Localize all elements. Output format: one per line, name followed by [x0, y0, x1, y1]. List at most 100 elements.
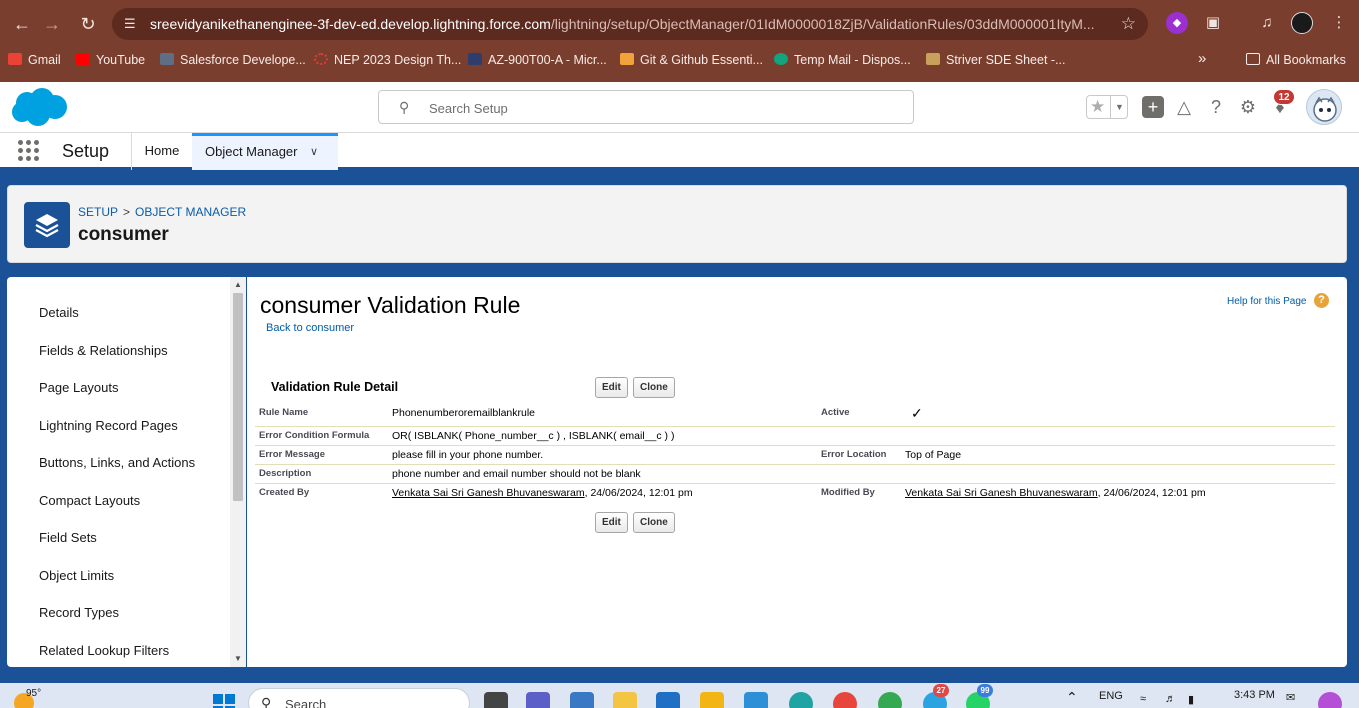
- media-control-icon[interactable]: ♫: [1256, 12, 1278, 34]
- task-view-icon[interactable]: [484, 692, 508, 708]
- mail-icon[interactable]: [656, 692, 680, 708]
- bookmark-youtube[interactable]: YouTube: [76, 53, 145, 67]
- profile-avatar-icon[interactable]: [1291, 12, 1313, 34]
- show-hidden-icons-chevron[interactable]: ⌃: [1066, 689, 1078, 706]
- bookmarks-overflow-chevron[interactable]: »: [1198, 50, 1206, 67]
- bookmark-tempmail[interactable]: Temp Mail - Dispos...: [774, 53, 911, 67]
- bookmark-striver[interactable]: Striver SDE Sheet -...: [926, 53, 1065, 67]
- taskbar-search[interactable]: ⚲ Search: [248, 688, 470, 708]
- extension-icon[interactable]: ◆: [1166, 12, 1188, 34]
- trailhead-icon[interactable]: △: [1172, 95, 1196, 119]
- sidebar-item-field-sets[interactable]: Field Sets: [39, 530, 97, 545]
- sidebar-item-details[interactable]: Details: [39, 305, 79, 320]
- browser-menu-icon[interactable]: ⋮: [1328, 12, 1350, 34]
- object-sidebar: Details Fields & Relationships Page Layo…: [7, 277, 246, 667]
- battery-icon[interactable]: ▮: [1188, 693, 1194, 706]
- chrome-icon[interactable]: [833, 692, 857, 708]
- taskbar-search-icon: ⚲: [261, 695, 272, 708]
- gmail-icon: [8, 53, 22, 65]
- edge-icon[interactable]: [789, 692, 813, 708]
- scroll-up-arrow-icon[interactable]: ▲: [233, 280, 243, 289]
- error-message-label: Error Message: [259, 449, 326, 460]
- modified-by-date: , 24/06/2024, 12:01 pm: [1097, 487, 1206, 499]
- bookmark-git[interactable]: Git & Github Essenti...: [620, 53, 763, 67]
- object-header: SETUP > OBJECT MANAGER consumer: [7, 185, 1347, 263]
- sidebar-item-compact-layouts[interactable]: Compact Layouts: [39, 493, 140, 508]
- bookmark-gmail[interactable]: Gmail: [8, 53, 61, 67]
- striver-icon: [926, 53, 940, 65]
- store-icon[interactable]: [744, 692, 768, 708]
- all-bookmarks-button[interactable]: All Bookmarks: [1246, 53, 1346, 67]
- bookmark-az900[interactable]: AZ-900T00-A - Micr...: [468, 53, 607, 67]
- copilot-icon[interactable]: [1318, 692, 1342, 708]
- global-actions-add-icon[interactable]: +: [1142, 96, 1164, 118]
- created-by-user-link[interactable]: Venkata Sai Sri Ganesh Bhuvaneswaram: [392, 487, 585, 499]
- help-for-this-page-link[interactable]: Help for this Page: [1227, 296, 1307, 307]
- sidebar-item-buttons-links-actions[interactable]: Buttons, Links, and Actions: [39, 455, 195, 470]
- sidebar-item-lightning-record-pages[interactable]: Lightning Record Pages: [39, 418, 178, 433]
- forward-arrow-icon[interactable]: →: [38, 10, 66, 38]
- site-settings-icon[interactable]: ☰: [124, 8, 136, 40]
- tab-home[interactable]: Home: [132, 133, 192, 170]
- bookmark-star-icon[interactable]: ☆: [1121, 8, 1136, 40]
- bookmark-nep[interactable]: NEP 2023 Design Th...: [314, 53, 461, 67]
- weather-temperature: 95°: [26, 688, 42, 699]
- section-title: Validation Rule Detail: [271, 380, 399, 394]
- page-title: consumer Validation Rule: [260, 292, 521, 318]
- scrollbar-thumb[interactable]: [233, 293, 243, 501]
- help-icon[interactable]: ?: [1204, 95, 1228, 119]
- browser-toolbar: ← → ↻ ☰ sreevidyanikethanenginee-3f-dev-…: [0, 0, 1359, 82]
- sidebar-item-object-limits[interactable]: Object Limits: [39, 568, 114, 583]
- photos-icon[interactable]: [570, 692, 594, 708]
- modified-by-user-link[interactable]: Venkata Sai Sri Ganesh Bhuvaneswaram: [905, 487, 1098, 499]
- sidebar-item-fields-relationships[interactable]: Fields & Relationships: [39, 343, 168, 358]
- notification-center-icon[interactable]: ✉: [1286, 691, 1295, 704]
- bookmark-salesforce[interactable]: Salesforce Develope...: [160, 53, 306, 67]
- favorites-group[interactable]: ★ ▼: [1086, 95, 1128, 119]
- app-launcher-waffle-icon[interactable]: [18, 140, 40, 162]
- sidebar-item-page-layouts[interactable]: Page Layouts: [39, 380, 119, 395]
- favorites-dropdown-icon[interactable]: ▼: [1110, 96, 1128, 118]
- reload-icon[interactable]: ↻: [74, 10, 102, 38]
- user-avatar[interactable]: [1306, 89, 1342, 125]
- address-bar[interactable]: ☰ sreevidyanikethanenginee-3f-dev-ed.dev…: [112, 8, 1148, 40]
- tab-object-manager[interactable]: Object Manager ∨: [192, 133, 338, 170]
- sidebar-item-related-lookup-filters[interactable]: Related Lookup Filters: [39, 643, 169, 658]
- row-divider: [255, 426, 1335, 427]
- error-location-label: Error Location: [821, 449, 887, 460]
- help-question-icon[interactable]: ?: [1314, 293, 1329, 308]
- breadcrumb-setup-link[interactable]: SETUP: [78, 205, 118, 219]
- breadcrumb-object-manager-link[interactable]: OBJECT MANAGER: [135, 205, 246, 219]
- salesforce-cloud-logo[interactable]: [10, 87, 68, 127]
- object-title: consumer: [78, 224, 169, 245]
- puzzle-icon[interactable]: ▣: [1202, 12, 1224, 34]
- sidebar-scrollbar[interactable]: ▲ ▼: [230, 277, 246, 667]
- app-icon[interactable]: [700, 692, 724, 708]
- scroll-down-arrow-icon[interactable]: ▼: [233, 654, 243, 663]
- windows-start-icon[interactable]: [212, 693, 236, 708]
- search-input[interactable]: [429, 98, 889, 118]
- error-condition-formula-label: Error Condition Formula: [259, 430, 370, 441]
- back-to-consumer-link[interactable]: Back to consumer: [266, 322, 354, 334]
- created-by-date: , 24/06/2024, 12:01 pm: [584, 487, 693, 499]
- chevron-down-icon[interactable]: ∨: [310, 136, 318, 168]
- breadcrumb: SETUP > OBJECT MANAGER: [78, 205, 246, 219]
- setup-search[interactable]: ⚲: [378, 90, 914, 124]
- language-indicator[interactable]: ENG: [1099, 690, 1123, 702]
- edit-button-bottom[interactable]: Edit: [595, 512, 628, 533]
- sidebar-item-record-types[interactable]: Record Types: [39, 605, 119, 620]
- setup-gear-icon[interactable]: ⚙: [1236, 95, 1260, 119]
- volume-icon[interactable]: ♬: [1165, 693, 1176, 705]
- favorites-star-icon[interactable]: ★: [1090, 97, 1105, 117]
- clone-button-top[interactable]: Clone: [633, 377, 675, 398]
- edit-button-top[interactable]: Edit: [595, 377, 628, 398]
- teams-icon[interactable]: [526, 692, 550, 708]
- clock-time[interactable]: 3:43 PM: [1234, 689, 1275, 701]
- chrome-profile-icon[interactable]: [878, 692, 902, 708]
- wifi-icon[interactable]: ≈: [1140, 693, 1146, 705]
- clone-button-bottom[interactable]: Clone: [633, 512, 675, 533]
- back-arrow-icon[interactable]: ←: [8, 10, 36, 38]
- active-checkmark-icon: ✓: [911, 405, 923, 421]
- file-explorer-icon[interactable]: [613, 692, 637, 708]
- rule-name-label: Rule Name: [259, 407, 309, 418]
